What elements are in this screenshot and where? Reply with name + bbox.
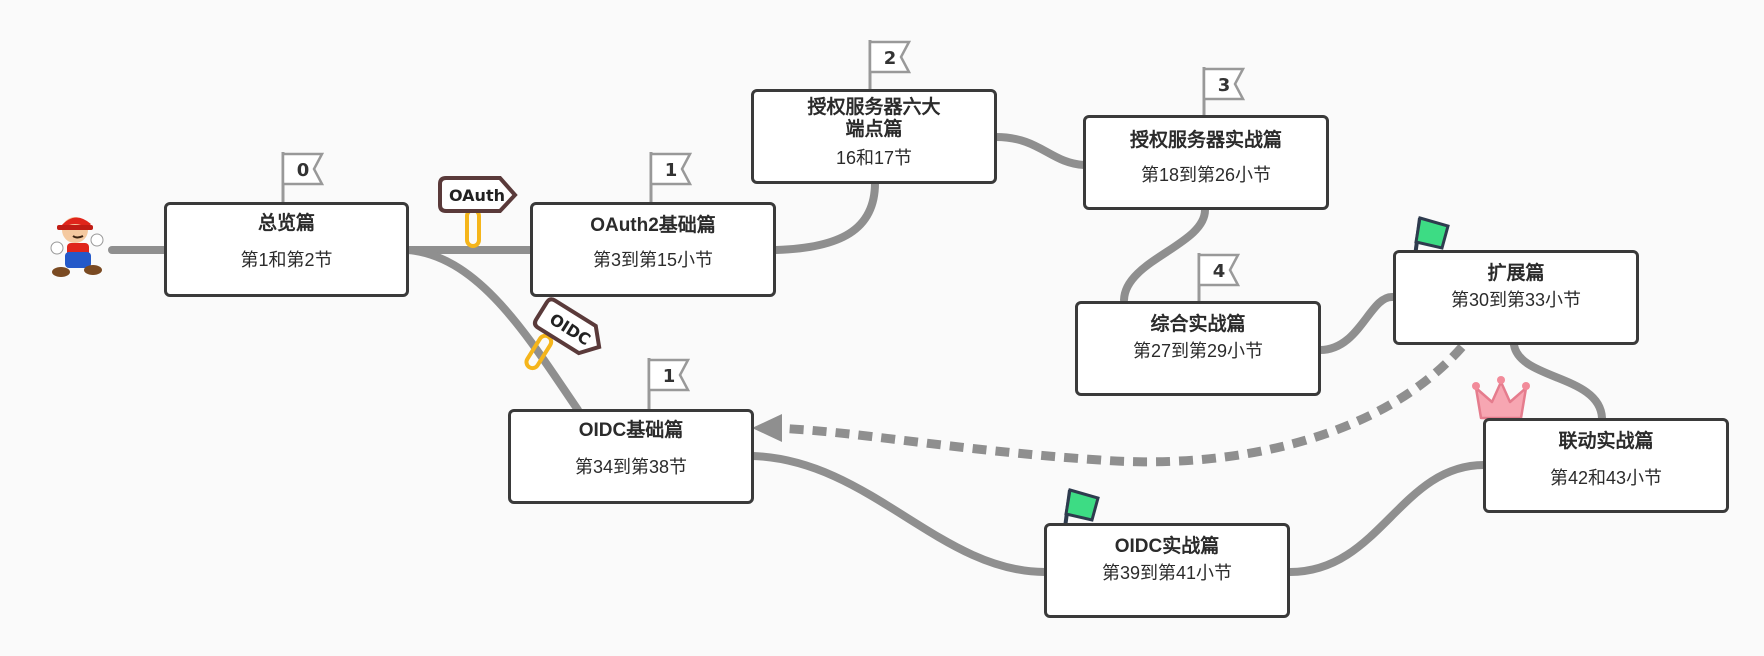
node-overview-subtitle: 第1和第2节 [240, 250, 333, 270]
connector-practice-comprehensive [1120, 206, 1209, 304]
connector-endpoints-practice [992, 133, 1088, 169]
node-oauth2-basics-subtitle: 第3到第15小节 [592, 250, 714, 270]
node-linkage-practice-subtitle: 第42和43小节 [1549, 468, 1663, 488]
node-auth-server-endpoints-title: 授权服务器六大 端点篇 [807, 97, 941, 140]
connector-linkage-oidcpractice [1286, 461, 1488, 576]
oauth-sign-label: OAuth [449, 186, 505, 205]
node-oidc-practice[interactable]: OIDC实战篇 第39到第41小节 [1044, 523, 1290, 618]
oauth-signpost-icon: OAuth [438, 176, 518, 248]
node-oidc-basics-subtitle: 第34到第38节 [574, 457, 688, 477]
node-linkage-practice-title: 联动实战篇 [1558, 431, 1654, 452]
node-oidc-basics-title: OIDC基础篇 [578, 420, 684, 441]
node-oauth2-basics[interactable]: OAuth2基础篇 第3到第15小节 [530, 202, 776, 297]
node-comprehensive-practice[interactable]: 综合实战篇 第27到第29小节 [1075, 301, 1321, 396]
node-oidc-practice-title: OIDC实战篇 [1114, 536, 1220, 557]
flag-endpoints-icon: 2 [868, 40, 912, 90]
node-comprehensive-practice-title: 综合实战篇 [1150, 314, 1246, 335]
flag-overview-number: 0 [297, 160, 310, 181]
connector-extension-linkage [1510, 341, 1606, 422]
mario-icon [50, 217, 104, 277]
connector-comprehensive-extension [1316, 293, 1397, 354]
node-auth-server-endpoints[interactable]: 授权服务器六大 端点篇 16和17节 [751, 89, 997, 184]
node-overview-title: 总览篇 [257, 213, 315, 234]
node-auth-server-practice-subtitle: 第18到第26小节 [1140, 165, 1272, 185]
flag-oauth2-number: 1 [665, 160, 678, 181]
node-overview[interactable]: 总览篇 第1和第2节 [164, 202, 409, 297]
flag-practice-number: 3 [1218, 75, 1231, 96]
oidc-signpost-icon: OIDC [524, 297, 602, 371]
node-comprehensive-practice-subtitle: 第27到第29小节 [1132, 341, 1264, 361]
connector-oidc-oidcpractice [749, 452, 1049, 576]
flag-comprehensive-icon: 4 [1197, 253, 1241, 303]
crown-icon [1472, 376, 1530, 420]
node-oidc-practice-subtitle: 第39到第41小节 [1101, 563, 1233, 583]
connector-oauth2-endpoints [772, 179, 879, 254]
node-auth-server-practice[interactable]: 授权服务器实战篇 第18到第26小节 [1083, 115, 1329, 210]
flag-oidc-number: 1 [663, 366, 676, 387]
flag-comprehensive-number: 4 [1213, 261, 1226, 282]
node-auth-server-practice-title: 授权服务器实战篇 [1129, 130, 1282, 151]
node-auth-server-endpoints-subtitle: 16和17节 [835, 148, 913, 168]
node-extension[interactable]: 扩展篇 第30到第33小节 [1393, 250, 1639, 345]
node-extension-subtitle: 第30到第33小节 [1450, 290, 1582, 310]
flag-overview-icon: 0 [281, 152, 325, 203]
flag-oauth2-icon: 1 [649, 152, 693, 203]
node-oauth2-basics-title: OAuth2基础篇 [590, 215, 716, 236]
node-extension-title: 扩展篇 [1487, 263, 1545, 284]
dashed-connector-arrowhead [752, 414, 782, 442]
flag-practice-icon: 3 [1202, 67, 1246, 117]
node-linkage-practice[interactable]: 联动实战篇 第42和43小节 [1483, 418, 1729, 513]
flag-endpoints-number: 2 [884, 48, 897, 69]
node-oidc-basics[interactable]: OIDC基础篇 第34到第38节 [508, 409, 754, 504]
flag-oidc-icon: 1 [647, 358, 691, 410]
